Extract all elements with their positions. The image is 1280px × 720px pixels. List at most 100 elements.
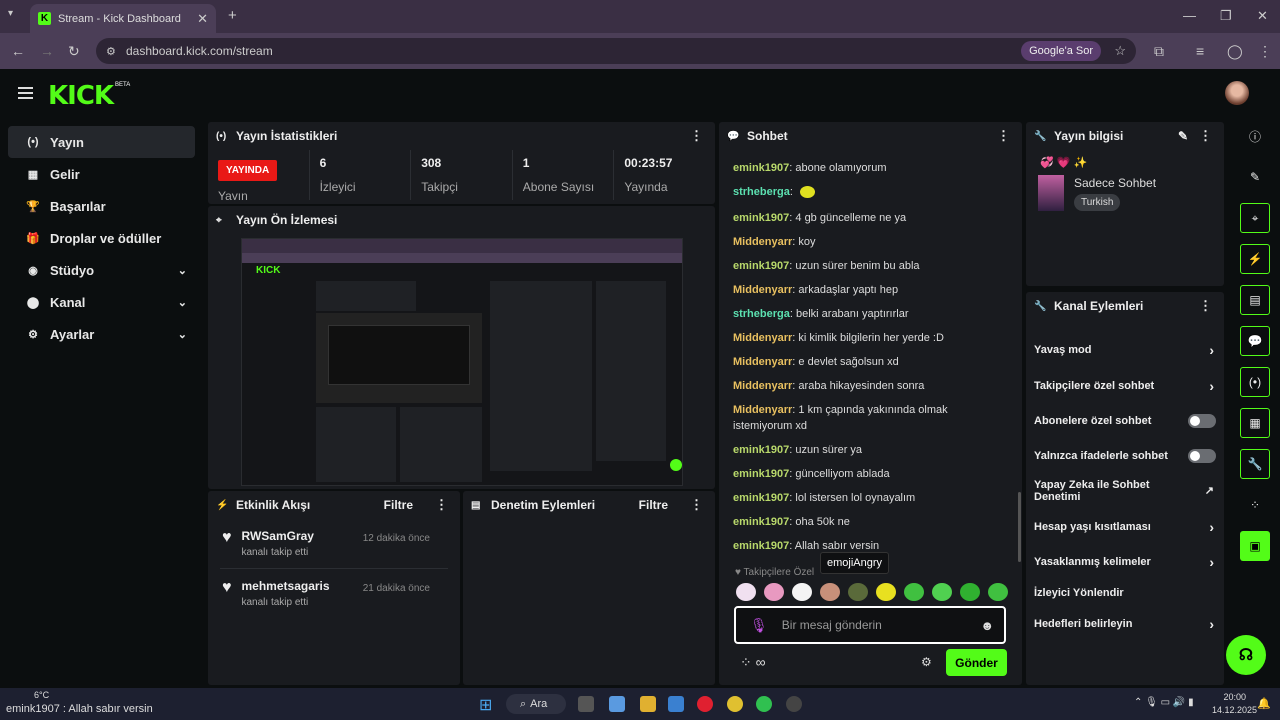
action-ai-moderation[interactable]: Yapay Zeka ile Sohbet Denetimi ↗	[1026, 473, 1224, 509]
sidebar-item-droplar[interactable]: 🎁 Droplar ve ödüller	[8, 222, 195, 254]
filter-button[interactable]: Filtre	[639, 498, 668, 512]
new-tab-icon[interactable]: +	[228, 7, 237, 24]
back-icon[interactable]: ←	[11, 43, 25, 59]
filter-button[interactable]: Filtre	[384, 498, 413, 512]
obs-icon[interactable]	[786, 696, 802, 712]
emote-green-smile-icon[interactable]	[932, 583, 952, 601]
send-button[interactable]: Gönder	[946, 649, 1007, 676]
emote-angry-icon[interactable]	[848, 583, 868, 601]
lightning-toggle-icon[interactable]: ⚡	[1240, 244, 1270, 274]
emoji-icon[interactable]: ☻	[980, 618, 994, 633]
system-tray-icons[interactable]: ⌃ 🎙 ▭ 🔊 ▮	[1134, 697, 1194, 708]
more-options-icon[interactable]: ⋮	[1199, 298, 1212, 314]
site-info-icon[interactable]: ⚙	[106, 45, 116, 58]
chat-username[interactable]: Middenyarr	[733, 236, 792, 248]
user-avatar[interactable]	[1225, 81, 1249, 105]
apps-icon[interactable]: ⁘	[1240, 490, 1270, 520]
task-view-icon[interactable]	[578, 696, 594, 712]
chat-username[interactable]: emink1907	[733, 212, 789, 224]
pencil-icon[interactable]: ✎	[1240, 162, 1270, 192]
clock[interactable]: 20:00 14.12.2025	[1212, 692, 1257, 715]
action-set-goals[interactable]: Hedefleri belirleyin ›	[1026, 606, 1224, 641]
chat-scrollbar[interactable]	[1018, 492, 1021, 562]
weather-widget[interactable]: 6°C emink1907 : Allah sabır versin	[6, 690, 153, 715]
chat-username[interactable]: strheberga	[733, 186, 790, 198]
chat-username[interactable]: emink1907	[733, 540, 789, 552]
category-thumbnail[interactable]	[1038, 175, 1064, 211]
action-host-viewers[interactable]: İzleyici Yönlendir	[1026, 579, 1224, 606]
emote-ghost-icon[interactable]	[792, 583, 812, 601]
stream-preview-video[interactable]: KICK	[241, 238, 683, 486]
wrench-toggle-icon[interactable]: 🔧	[1240, 449, 1270, 479]
more-options-icon[interactable]: ⋮	[435, 497, 448, 513]
start-icon[interactable]: ⊞	[479, 695, 492, 715]
add-widget-icon[interactable]: ▣	[1240, 531, 1270, 561]
chat-username[interactable]: emink1907	[733, 260, 789, 272]
chrome-icon[interactable]	[727, 696, 743, 712]
chat-username[interactable]: Middenyarr	[733, 284, 792, 296]
emote-cat-icon[interactable]	[736, 583, 756, 601]
microphone-icon[interactable]: 🎙	[750, 617, 768, 634]
edit-icon[interactable]: ✎	[1178, 129, 1188, 143]
emote-green-glasses-icon[interactable]	[960, 583, 980, 601]
media-icon[interactable]: ≡	[1196, 43, 1204, 59]
sidebar-item-studyo[interactable]: ◉ Stüdyo ⌄	[8, 254, 195, 286]
chat-username[interactable]: strheberga	[733, 308, 790, 320]
action-account-age[interactable]: Hesap yaşı kısıtlaması ›	[1026, 509, 1224, 544]
category-name[interactable]: Sadece Sohbet	[1074, 176, 1156, 190]
sidebar-item-basarilar[interactable]: 🏆 Başarılar	[8, 190, 195, 222]
kick-logo[interactable]: KICK	[48, 81, 114, 111]
file-explorer-icon[interactable]	[640, 696, 656, 712]
emote-yellow-icon[interactable]	[876, 583, 896, 601]
emote-girl-icon[interactable]	[820, 583, 840, 601]
action-banned-words[interactable]: Yasaklanmış kelimeler ›	[1026, 544, 1224, 579]
sidebar-item-yayin[interactable]: (•) Yayın	[8, 126, 195, 158]
more-options-icon[interactable]: ⋮	[997, 128, 1010, 144]
sidebar-item-gelir[interactable]: ▦ Gelir	[8, 158, 195, 190]
tab-list-icon[interactable]: ▾	[8, 8, 13, 19]
store-icon[interactable]	[668, 696, 684, 712]
extensions-icon[interactable]: ⧉	[1154, 43, 1164, 60]
reload-icon[interactable]: ↻	[68, 43, 80, 60]
forward-icon[interactable]: →	[40, 43, 54, 59]
chat-username[interactable]: Middenyarr	[733, 356, 792, 368]
bookmark-star-icon[interactable]: ☆	[1114, 43, 1126, 59]
chat-username[interactable]: Middenyarr	[733, 332, 792, 344]
preview-toggle-icon[interactable]: ⌖	[1240, 203, 1270, 233]
chat-toggle-icon[interactable]: 💬	[1240, 326, 1270, 356]
notifications-icon[interactable]: 🔔	[1257, 697, 1271, 710]
chat-username[interactable]: emink1907	[733, 162, 789, 174]
sidebar-item-ayarlar[interactable]: ⚙ Ayarlar ⌄	[8, 318, 195, 350]
document-toggle-icon[interactable]: ▤	[1240, 285, 1270, 315]
chat-username[interactable]: emink1907	[733, 516, 789, 528]
emote-only-toggle[interactable]	[1188, 448, 1216, 463]
chat-username[interactable]: emink1907	[733, 468, 789, 480]
chat-username[interactable]: emink1907	[733, 492, 789, 504]
info-icon[interactable]: ⓘ	[1240, 121, 1270, 151]
sidebar-item-kanal[interactable]: ⬤ Kanal ⌄	[8, 286, 195, 318]
more-options-icon[interactable]: ⋮	[690, 128, 703, 144]
emote-green-cool-icon[interactable]	[988, 583, 1008, 601]
minimize-icon[interactable]: —	[1183, 8, 1196, 23]
broadcast-toggle-icon[interactable]: (•)	[1240, 367, 1270, 397]
chat-settings-icon[interactable]: ⚙	[921, 655, 932, 669]
emote-green-laugh-icon[interactable]	[904, 583, 924, 601]
chat-message-list[interactable]: emink1907: abone olamıyorum strheberga: …	[719, 156, 1019, 558]
hamburger-menu-icon[interactable]	[18, 87, 33, 99]
chat-message-input[interactable]: 🎙 Bir mesaj gönderin ☻	[734, 606, 1006, 644]
spotify-icon[interactable]	[756, 696, 772, 712]
stats-toggle-icon[interactable]: ▦	[1240, 408, 1270, 438]
window-close-icon[interactable]: ✕	[1257, 8, 1268, 24]
emote-pink-icon[interactable]	[764, 583, 784, 601]
chat-extras-icon[interactable]: ⁘ ∞	[740, 654, 766, 671]
url-field[interactable]: ⚙ dashboard.kick.com/stream Google'a Sor…	[96, 38, 1136, 64]
action-followers-only[interactable]: Takipçilere özel sohbet ›	[1026, 368, 1224, 403]
action-slow-mode[interactable]: Yavaş mod ›	[1026, 332, 1224, 368]
copilot-icon[interactable]	[609, 696, 625, 712]
chat-username[interactable]: emink1907	[733, 444, 789, 456]
profile-icon[interactable]: ◯	[1227, 43, 1243, 60]
chat-username[interactable]: Middenyarr	[733, 380, 792, 392]
chat-username[interactable]: Middenyarr	[733, 404, 792, 416]
subscribers-only-toggle[interactable]	[1188, 413, 1216, 428]
help-headset-icon[interactable]: ☊	[1226, 635, 1266, 675]
